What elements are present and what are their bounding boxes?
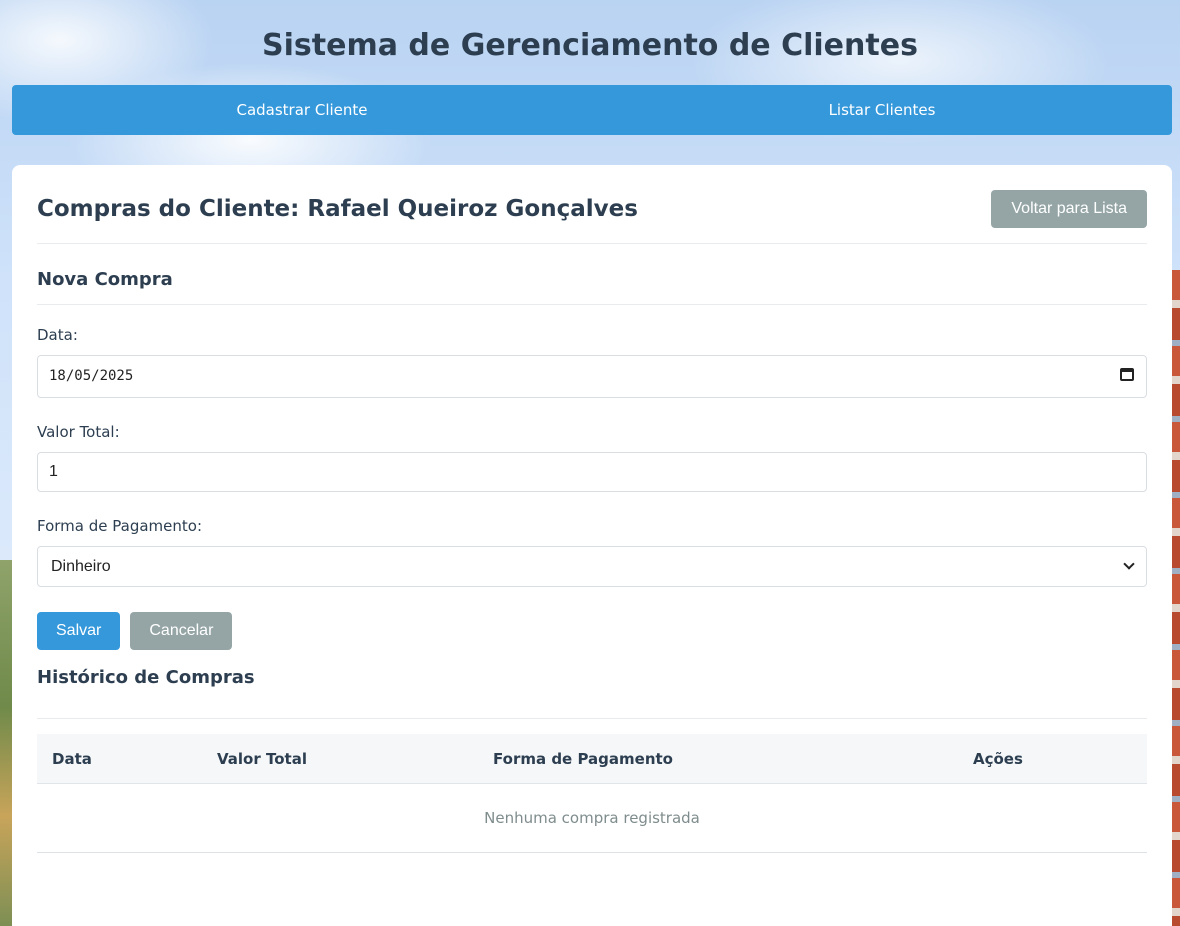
page-title: Compras do Cliente: Rafael Queiroz Gonça… <box>37 196 638 222</box>
total-value-input[interactable]: 1 <box>37 452 1147 492</box>
main-navbar: Cadastrar Cliente Listar Clientes <box>12 85 1172 135</box>
nav-item-listar-clientes[interactable]: Listar Clientes <box>592 85 1172 135</box>
nav-item-cadastrar-cliente[interactable]: Cadastrar Cliente <box>12 85 592 135</box>
new-purchase-header: Nova Compra <box>37 244 1147 305</box>
new-purchase-title: Nova Compra <box>37 269 173 290</box>
column-header-data: Data <box>37 734 202 784</box>
payment-method-select[interactable]: Dinheiro <box>37 546 1147 587</box>
column-header-valor-total: Valor Total <box>202 734 478 784</box>
purchase-history-table: Data Valor Total Forma de Pagamento Açõe… <box>37 734 1147 853</box>
empty-state-message: Nenhuma compra registrada <box>37 783 1147 853</box>
total-value-label: Valor Total: <box>37 423 120 441</box>
new-purchase-form: Data: 18/05/2025 Valor Total: 1 Forma de… <box>37 326 1147 650</box>
calendar-icon[interactable] <box>1120 368 1134 381</box>
history-header: Histórico de Compras <box>37 650 1147 719</box>
column-header-forma-pagamento: Forma de Pagamento <box>478 734 958 784</box>
back-to-list-button[interactable]: Voltar para Lista <box>991 190 1147 228</box>
save-button[interactable]: Salvar <box>37 612 121 650</box>
date-label: Data: <box>37 326 78 344</box>
purchases-card: Compras do Cliente: Rafael Queiroz Gonça… <box>12 165 1172 926</box>
chevron-down-icon <box>1123 558 1135 570</box>
history-title: Histórico de Compras <box>37 667 255 688</box>
payment-method-label: Forma de Pagamento: <box>37 517 202 535</box>
table-row: Nenhuma compra registrada <box>37 783 1147 853</box>
cancel-button[interactable]: Cancelar <box>130 612 233 650</box>
column-header-acoes: Ações <box>958 734 1147 784</box>
table-header-row: Data Valor Total Forma de Pagamento Açõe… <box>37 734 1147 784</box>
date-input[interactable]: 18/05/2025 <box>37 355 1147 398</box>
app-title: Sistema de Gerenciamento de Clientes <box>262 28 918 63</box>
card-header: Compras do Cliente: Rafael Queiroz Gonça… <box>37 165 1147 244</box>
payment-method-value: Dinheiro <box>51 558 111 575</box>
